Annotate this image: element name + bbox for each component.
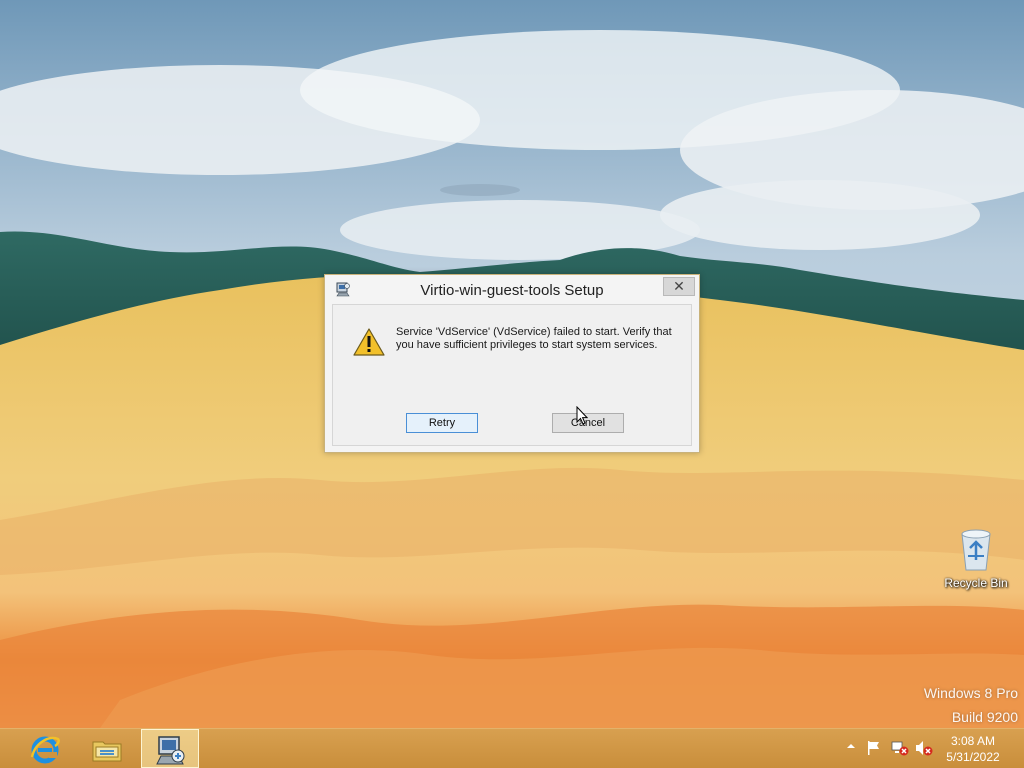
cancel-button[interactable]: Cancel xyxy=(552,413,624,433)
clock-time: 3:08 AM xyxy=(950,734,996,748)
setup-installer-icon xyxy=(156,736,185,765)
mouse-cursor-icon xyxy=(576,406,588,425)
warning-icon xyxy=(353,328,385,356)
network-disconnected-icon[interactable] xyxy=(891,740,909,756)
internet-explorer-icon xyxy=(30,736,60,764)
taskbar-setup-window[interactable] xyxy=(141,729,199,768)
taskbar-file-explorer[interactable] xyxy=(78,729,136,768)
dialog-titlebar[interactable]: Virtio-win-guest-tools Setup ✕ xyxy=(325,275,699,303)
file-explorer-icon xyxy=(92,741,122,762)
show-hidden-icons-icon[interactable] xyxy=(846,741,856,751)
error-message: Service 'VdService' (VdService) failed t… xyxy=(396,326,672,351)
system-clock[interactable]: 3:08 AM 5/31/2022 xyxy=(930,733,1016,765)
dialog-title: Virtio-win-guest-tools Setup xyxy=(420,282,604,299)
retry-button[interactable]: Retry xyxy=(406,413,478,433)
action-center-flag-icon[interactable] xyxy=(866,740,882,756)
desktop-icon-recycle-bin[interactable]: Recycle Bin xyxy=(940,526,1012,598)
close-button[interactable]: ✕ xyxy=(663,277,695,296)
taskbar-internet-explorer[interactable] xyxy=(16,729,74,768)
taskbar: 3:08 AM 5/31/2022 xyxy=(0,728,1024,768)
recycle-bin-icon xyxy=(961,529,991,571)
os-build-watermark: Build 9200 xyxy=(951,709,1018,725)
setup-error-dialog: Virtio-win-guest-tools Setup ✕ Service '… xyxy=(324,274,700,453)
os-edition-watermark: Windows 8 Pro xyxy=(923,685,1018,701)
clock-date: 5/31/2022 xyxy=(946,750,1000,764)
dialog-content: Service 'VdService' (VdService) failed t… xyxy=(332,304,692,446)
recycle-bin-label: Recycle Bin xyxy=(944,576,1008,590)
